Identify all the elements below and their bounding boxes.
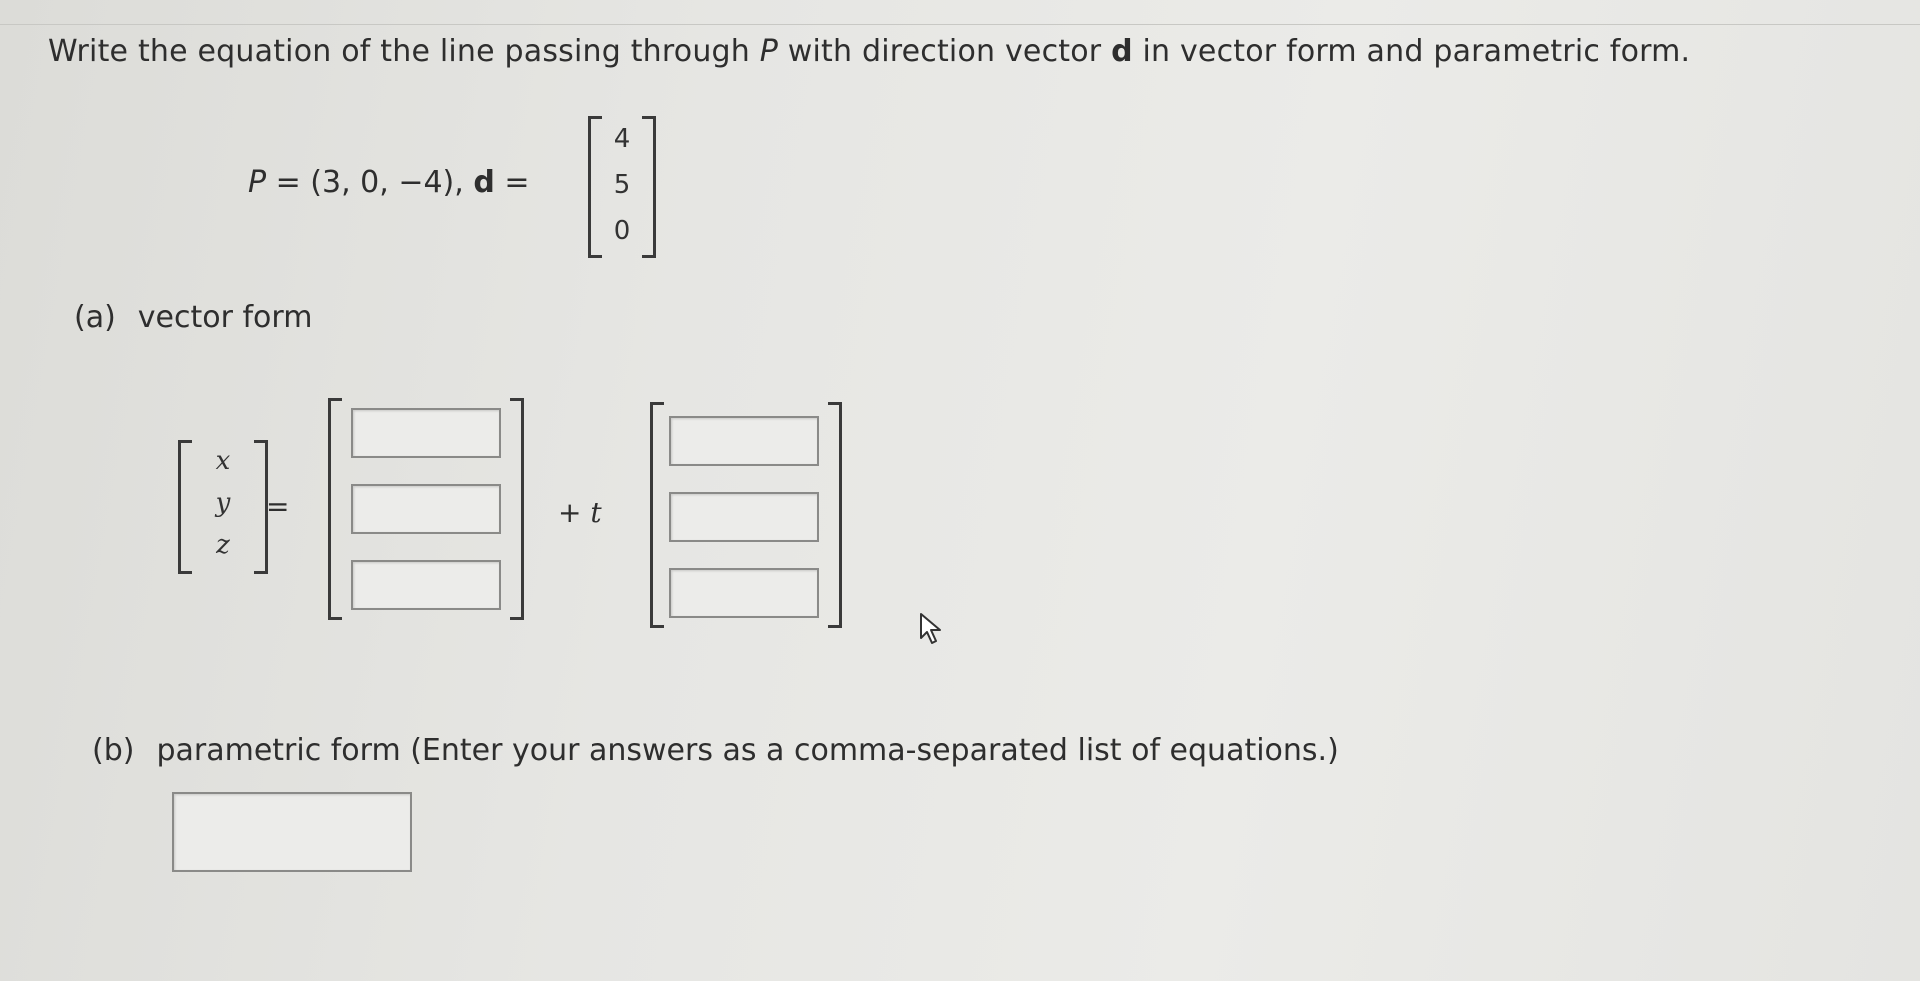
point-x-input[interactable] [351,408,501,458]
variable-x: x [215,446,231,476]
direction-vector-matrix: 4 5 0 [588,116,656,258]
parametric-form-input[interactable] [172,792,412,872]
plus-sign: + [558,496,591,529]
point-value: = (3, 0, −4), [266,165,474,200]
top-divider [0,24,1920,25]
direction-answer-matrix [650,402,842,628]
direction-vector-entry: 5 [613,170,631,200]
given-values: P = (3, 0, −4), d = [248,165,530,200]
question-text-part: with direction vector [778,34,1112,69]
equals-sign: = [494,165,530,200]
part-a-label: (a) vector form [74,300,312,335]
question-text: Write the equation of the line passing t… [48,34,1690,69]
direction-y-input[interactable] [669,492,819,542]
xyz-vector-matrix: x y z [178,440,268,574]
parameter-t: t [590,496,602,529]
point-symbol: P [759,34,779,69]
part-title: parametric form (Enter your answers as a… [156,733,1339,768]
point-answer-matrix [328,398,524,620]
point-label: P [248,165,267,200]
question-text-part: in vector form and parametric form. [1132,34,1691,69]
part-title: vector form [137,300,313,335]
variable-y: y [215,488,231,518]
point-y-input[interactable] [351,484,501,534]
vector-symbol: d [1111,34,1133,69]
part-letter: (b) [92,733,135,768]
question-text-part: Write the equation of the line passing t… [48,34,760,69]
mouse-pointer-icon [918,612,948,650]
part-b-label: (b) parametric form (Enter your answers a… [92,733,1339,768]
direction-vector-entry: 0 [613,216,631,246]
direction-vector-entry: 4 [613,124,631,154]
point-z-input[interactable] [351,560,501,610]
direction-x-input[interactable] [669,416,819,466]
direction-z-input[interactable] [669,568,819,618]
plus-t-term: + t [558,496,602,529]
direction-label: d [473,165,495,200]
variable-z: z [216,530,230,560]
equals-sign: = [266,490,290,523]
part-letter: (a) [74,300,116,335]
